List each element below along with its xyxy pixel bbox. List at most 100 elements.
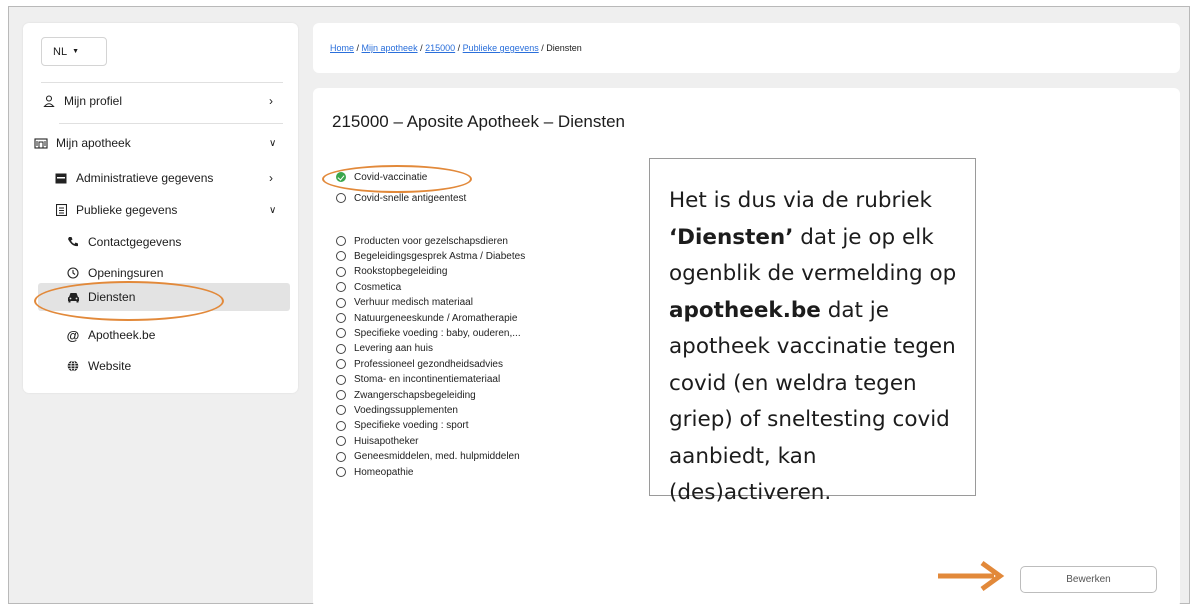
inbox-icon — [53, 173, 69, 184]
chevron-down-icon: ∨ — [269, 204, 277, 216]
sidebar-item-label: Website — [88, 359, 132, 373]
service-label: Covid-snelle antigeentest — [354, 192, 467, 204]
sidebar-item-label: Administratieve gegevens — [76, 171, 214, 185]
phone-icon — [65, 236, 81, 248]
radio-icon[interactable] — [336, 251, 346, 262]
chevron-right-icon: › — [269, 171, 273, 185]
breadcrumb-home-link[interactable]: Home — [330, 43, 354, 53]
service-label: Natuurgeneeskunde / Aromatherapie — [354, 312, 518, 324]
sidebar-item-label: Openingsuren — [88, 266, 164, 280]
radio-icon[interactable] — [336, 436, 346, 447]
chevron-down-icon: ∨ — [269, 137, 277, 149]
sidebar-divider — [59, 123, 283, 124]
sidebar-item-label: Contactgegevens — [88, 235, 182, 249]
sidebar-divider — [41, 82, 283, 83]
service-label: Zwangerschapsbegeleiding — [354, 389, 476, 401]
sidebar-item-mijn-apotheek[interactable]: Mijn apotheek — [33, 133, 131, 153]
breadcrumb-separator: / — [354, 43, 362, 53]
callout-bold: ‘Diensten’ — [669, 224, 794, 250]
breadcrumb-mijn-apotheek-link[interactable]: Mijn apotheek — [362, 43, 418, 53]
edit-button[interactable]: Bewerken — [1020, 566, 1157, 593]
service-label: Homeopathie — [354, 466, 414, 478]
radio-icon[interactable] — [336, 266, 346, 277]
user-icon — [41, 95, 57, 107]
radio-icon[interactable] — [336, 451, 346, 462]
callout-bold: apotheek.be — [669, 297, 821, 323]
radio-icon[interactable] — [336, 374, 346, 385]
sidebar-item-publieke-gegevens[interactable]: Publieke gegevens — [53, 200, 177, 220]
service-label: Specifieke voeding : baby, ouderen,... — [354, 327, 521, 339]
radio-icon[interactable] — [336, 328, 346, 339]
service-option[interactable]: Voedingssupplementen — [336, 403, 458, 417]
sidebar-item-contactgegevens[interactable]: Contactgegevens — [65, 232, 181, 252]
service-option[interactable]: Verhuur medisch materiaal — [336, 296, 473, 310]
sidebar-item-label: Publieke gegevens — [76, 203, 178, 217]
list-icon — [53, 204, 69, 216]
sidebar-item-administratieve-gegevens[interactable]: Administratieve gegevens — [53, 168, 213, 188]
service-label: Stoma- en incontinentiemateriaal — [354, 374, 501, 386]
breadcrumb-separator: / — [455, 43, 463, 53]
service-label: Cosmetica — [354, 281, 402, 293]
radio-icon[interactable] — [336, 420, 346, 431]
breadcrumb-id-link[interactable]: 215000 — [425, 43, 455, 53]
service-option[interactable]: Natuurgeneeskunde / Aromatherapie — [336, 311, 517, 325]
building-icon — [33, 137, 49, 149]
service-option[interactable]: Begeleidingsgesprek Astma / Diabetes — [336, 249, 525, 263]
service-label: Geneesmiddelen, med. hulpmiddelen — [354, 451, 520, 463]
highlight-ellipse — [322, 165, 472, 193]
callout-text: dat je apotheek vaccinatie tegen covid (… — [669, 297, 956, 506]
caret-down-icon: ▼ — [72, 48, 79, 55]
service-option[interactable]: Stoma- en incontinentiemateriaal — [336, 373, 500, 387]
service-option[interactable]: Rookstopbegeleiding — [336, 265, 447, 279]
sidebar-item-apotheek-be[interactable]: @ Apotheek.be — [65, 325, 156, 345]
service-option[interactable]: Covid-snelle antigeentest — [336, 191, 466, 205]
clock-icon — [65, 267, 81, 279]
service-option[interactable]: Huisapotheker — [336, 434, 418, 448]
globe-icon — [65, 360, 81, 372]
service-option[interactable]: Specifieke voeding : sport — [336, 419, 469, 433]
service-label: Producten voor gezelschapsdieren — [354, 235, 508, 247]
radio-icon[interactable] — [336, 236, 346, 246]
sidebar-item-label: Mijn apotheek — [56, 136, 131, 150]
at-icon: @ — [66, 327, 80, 343]
callout-text: Het is dus via de rubriek — [669, 188, 932, 213]
service-option[interactable]: Levering aan huis — [336, 342, 433, 356]
info-callout: Het is dus via de rubriek ‘Diensten’ dat… — [649, 158, 976, 505]
breadcrumb-separator: / — [417, 43, 426, 53]
breadcrumb-panel: Home / Mijn apotheek / 215000 / Publieke… — [313, 23, 1180, 73]
service-label: Huisapotheker — [354, 435, 419, 447]
radio-icon[interactable] — [336, 282, 346, 293]
breadcrumb-publieke-link[interactable]: Publieke gegevens — [463, 43, 539, 53]
sidebar-item-website[interactable]: Website — [65, 356, 131, 376]
radio-icon[interactable] — [336, 390, 346, 400]
language-select[interactable]: NL ▼ — [41, 37, 107, 66]
sidebar-item-openingsuren[interactable]: Openingsuren — [65, 263, 163, 283]
service-label: Professioneel gezondheidsadvies — [354, 358, 503, 370]
language-label: NL — [53, 45, 68, 58]
service-option[interactable]: Specifieke voeding : baby, ouderen,... — [336, 326, 521, 340]
service-label: Levering aan huis — [354, 343, 433, 355]
arrow-right-icon — [938, 560, 1005, 592]
service-option[interactable]: Producten voor gezelschapsdieren — [336, 234, 508, 248]
breadcrumb-current: Diensten — [546, 43, 582, 53]
radio-icon[interactable] — [336, 297, 346, 308]
service-label: Begeleidingsgesprek Astma / Diabetes — [354, 250, 526, 262]
service-option[interactable]: Geneesmiddelen, med. hulpmiddelen — [336, 450, 520, 464]
service-label: Voedingssupplementen — [354, 404, 458, 416]
service-label: Verhuur medisch materiaal — [354, 297, 473, 309]
service-option[interactable]: Homeopathie — [336, 465, 413, 479]
radio-icon[interactable] — [336, 343, 346, 354]
service-option[interactable]: Cosmetica — [336, 280, 401, 294]
service-option[interactable]: Zwangerschapsbegeleiding — [336, 388, 476, 402]
radio-icon[interactable] — [336, 313, 346, 323]
sidebar-item-label: Mijn profiel — [64, 94, 123, 108]
highlight-ellipse — [34, 281, 224, 321]
sidebar-item-mijn-profiel[interactable]: Mijn profiel — [41, 91, 122, 111]
radio-icon[interactable] — [336, 359, 346, 370]
radio-icon[interactable] — [336, 405, 346, 416]
radio-icon[interactable] — [336, 193, 346, 203]
breadcrumb: Home / Mijn apotheek / 215000 / Publieke… — [330, 43, 582, 53]
service-option[interactable]: Professioneel gezondheidsadvies — [336, 357, 503, 371]
radio-icon[interactable] — [336, 467, 346, 477]
service-label: Specifieke voeding : sport — [354, 420, 469, 432]
